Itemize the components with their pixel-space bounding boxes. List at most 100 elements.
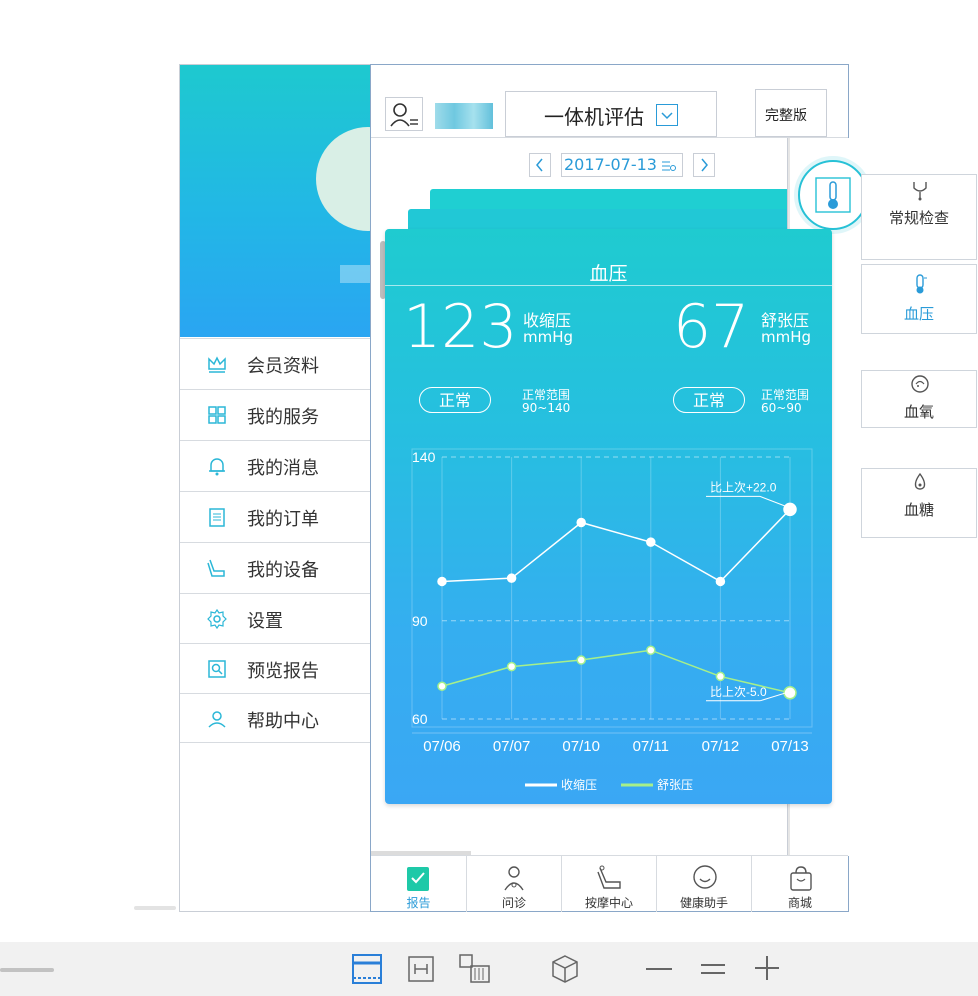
cube-icon[interactable]: [551, 954, 579, 988]
title-divider: [385, 285, 832, 286]
menu-label: 预览报告: [247, 661, 319, 682]
dropdown-value: 一体机评估: [544, 105, 644, 129]
prev-date-button[interactable]: [529, 153, 551, 177]
tab-label: 报告: [406, 896, 431, 910]
category-label: 常规检查: [888, 209, 949, 227]
chevron-down-icon: [656, 104, 678, 126]
layout-top-icon[interactable]: [352, 954, 382, 988]
blood-drop-icon: [909, 471, 931, 497]
tab-mall[interactable]: 商城: [751, 856, 848, 912]
full-version-button[interactable]: 完整版: [755, 89, 827, 137]
equal-icon[interactable]: [700, 956, 726, 986]
x-tick-label: 07/13: [771, 738, 809, 755]
systolic-value: 123: [403, 292, 518, 362]
user-profile-icon[interactable]: [385, 97, 423, 131]
category-blood-sugar[interactable]: 血糖: [861, 468, 977, 538]
grid-layout-icon[interactable]: [459, 954, 491, 988]
y-tick-label: 140: [412, 449, 436, 465]
assessment-dropdown[interactable]: 一体机评估: [505, 91, 717, 137]
tab-massage-center[interactable]: 按摩中心: [561, 856, 656, 912]
tab-report[interactable]: 报告: [371, 856, 466, 912]
data-point: [437, 681, 447, 691]
member-panel: 会员资料 我的服务 我的消息 我的订单 我的设备 设置 预览报告 帮助中心: [179, 64, 420, 912]
menu-label: 我的消息: [247, 458, 319, 479]
x-tick-label: 07/12: [702, 738, 740, 755]
data-point: [576, 655, 586, 665]
full-version-label: 完整版: [765, 108, 807, 124]
zoom-out-icon[interactable]: [646, 968, 672, 970]
y-tick-label: 60: [412, 711, 428, 727]
menu-item-my-service[interactable]: 我的服务: [180, 389, 370, 439]
zoom-in-icon[interactable]: [754, 955, 780, 985]
data-point: [506, 573, 517, 583]
category-blood-oxygen[interactable]: 血氧: [861, 370, 977, 428]
menu-label: 会员资料: [247, 356, 319, 377]
data-point: [646, 645, 656, 655]
menu-item-help-center[interactable]: 帮助中心: [180, 693, 370, 743]
menu-item-preview-report[interactable]: 预览报告: [180, 643, 370, 693]
grid-icon: [206, 404, 228, 426]
username-blurred: [435, 103, 493, 129]
tab-health-assistant[interactable]: 健康助手: [656, 856, 751, 912]
annotation-label: 比上次+22.0: [710, 480, 777, 494]
thermometer-badge[interactable]: [798, 160, 868, 230]
tab-label: 问诊: [501, 896, 526, 910]
editor-toolbar: [0, 942, 978, 996]
diastolic-value: 67: [673, 292, 750, 362]
card-title: 血压: [589, 263, 628, 285]
blood-pressure-card: 血压 123 收缩压 mmHg 67 舒张压 mmHg 正常 正常范围 90~1…: [385, 229, 832, 804]
legend-label: 舒张压: [657, 778, 693, 792]
crown-icon: [206, 353, 228, 375]
data-point: [646, 537, 656, 547]
tab-consultation[interactable]: 问诊: [466, 856, 561, 912]
data-point: [715, 671, 726, 682]
massage-chair-icon: [596, 864, 624, 896]
tab-label: 按摩中心: [584, 896, 633, 910]
calendar-list-icon: [660, 158, 676, 172]
support-person-icon: [206, 708, 228, 730]
scroll-indicator[interactable]: [134, 906, 176, 910]
menu-label: 我的设备: [247, 560, 319, 581]
report-search-icon: [206, 658, 228, 680]
next-date-button[interactable]: [693, 153, 715, 177]
category-label: 血氧: [903, 403, 934, 421]
y-tick-label: 90: [412, 613, 428, 629]
category-label: 血压: [903, 305, 934, 323]
report-icon: [405, 864, 431, 896]
massage-chair-icon: [206, 557, 228, 579]
clipboard-icon: [206, 506, 228, 528]
menu-label: 设置: [247, 611, 283, 632]
doctor-icon: [501, 864, 527, 896]
menu-item-my-devices[interactable]: 我的设备: [180, 542, 370, 592]
systolic-range: 90~140: [522, 401, 571, 415]
data-point: [506, 661, 517, 672]
data-point: [715, 576, 726, 587]
category-blood-pressure[interactable]: 血压: [861, 264, 977, 334]
fit-width-icon[interactable]: [408, 956, 434, 986]
x-tick-label: 07/06: [423, 738, 461, 755]
menu-item-settings[interactable]: 设置: [180, 593, 370, 643]
menu-label: 帮助中心: [247, 711, 319, 732]
toolbar-scroll-handle[interactable]: [0, 968, 54, 972]
stethoscope-icon: [909, 179, 931, 205]
diastolic-unit: mmHg: [761, 328, 812, 346]
series-line-systolic: [441, 508, 791, 583]
diastolic-range: 60~90: [761, 401, 802, 415]
menu-item-my-messages[interactable]: 我的消息: [180, 440, 370, 490]
x-tick-label: 07/11: [633, 738, 669, 755]
username-blurred: [340, 265, 370, 283]
bell-icon: [206, 455, 228, 477]
menu-item-my-orders[interactable]: 我的订单: [180, 491, 370, 541]
date-selector[interactable]: 2017-07-13: [561, 153, 683, 177]
menu-label: 我的服务: [247, 407, 319, 428]
thermometer-icon: [909, 273, 931, 299]
data-point: [437, 576, 447, 587]
diastolic-status-badge: 正常: [673, 387, 745, 413]
category-routine-check[interactable]: 常规检查: [861, 174, 977, 260]
blood-pressure-chart: 140 90 60 07/06 07/07 07/10 07/11 07/12 07/13 比上次…: [411, 448, 813, 792]
systolic-unit: mmHg: [523, 328, 574, 346]
legend-label: 收缩压: [561, 777, 597, 792]
data-point: [576, 517, 586, 528]
x-tick-label: 07/07: [493, 738, 531, 755]
menu-item-member-profile[interactable]: 会员资料: [180, 338, 370, 388]
